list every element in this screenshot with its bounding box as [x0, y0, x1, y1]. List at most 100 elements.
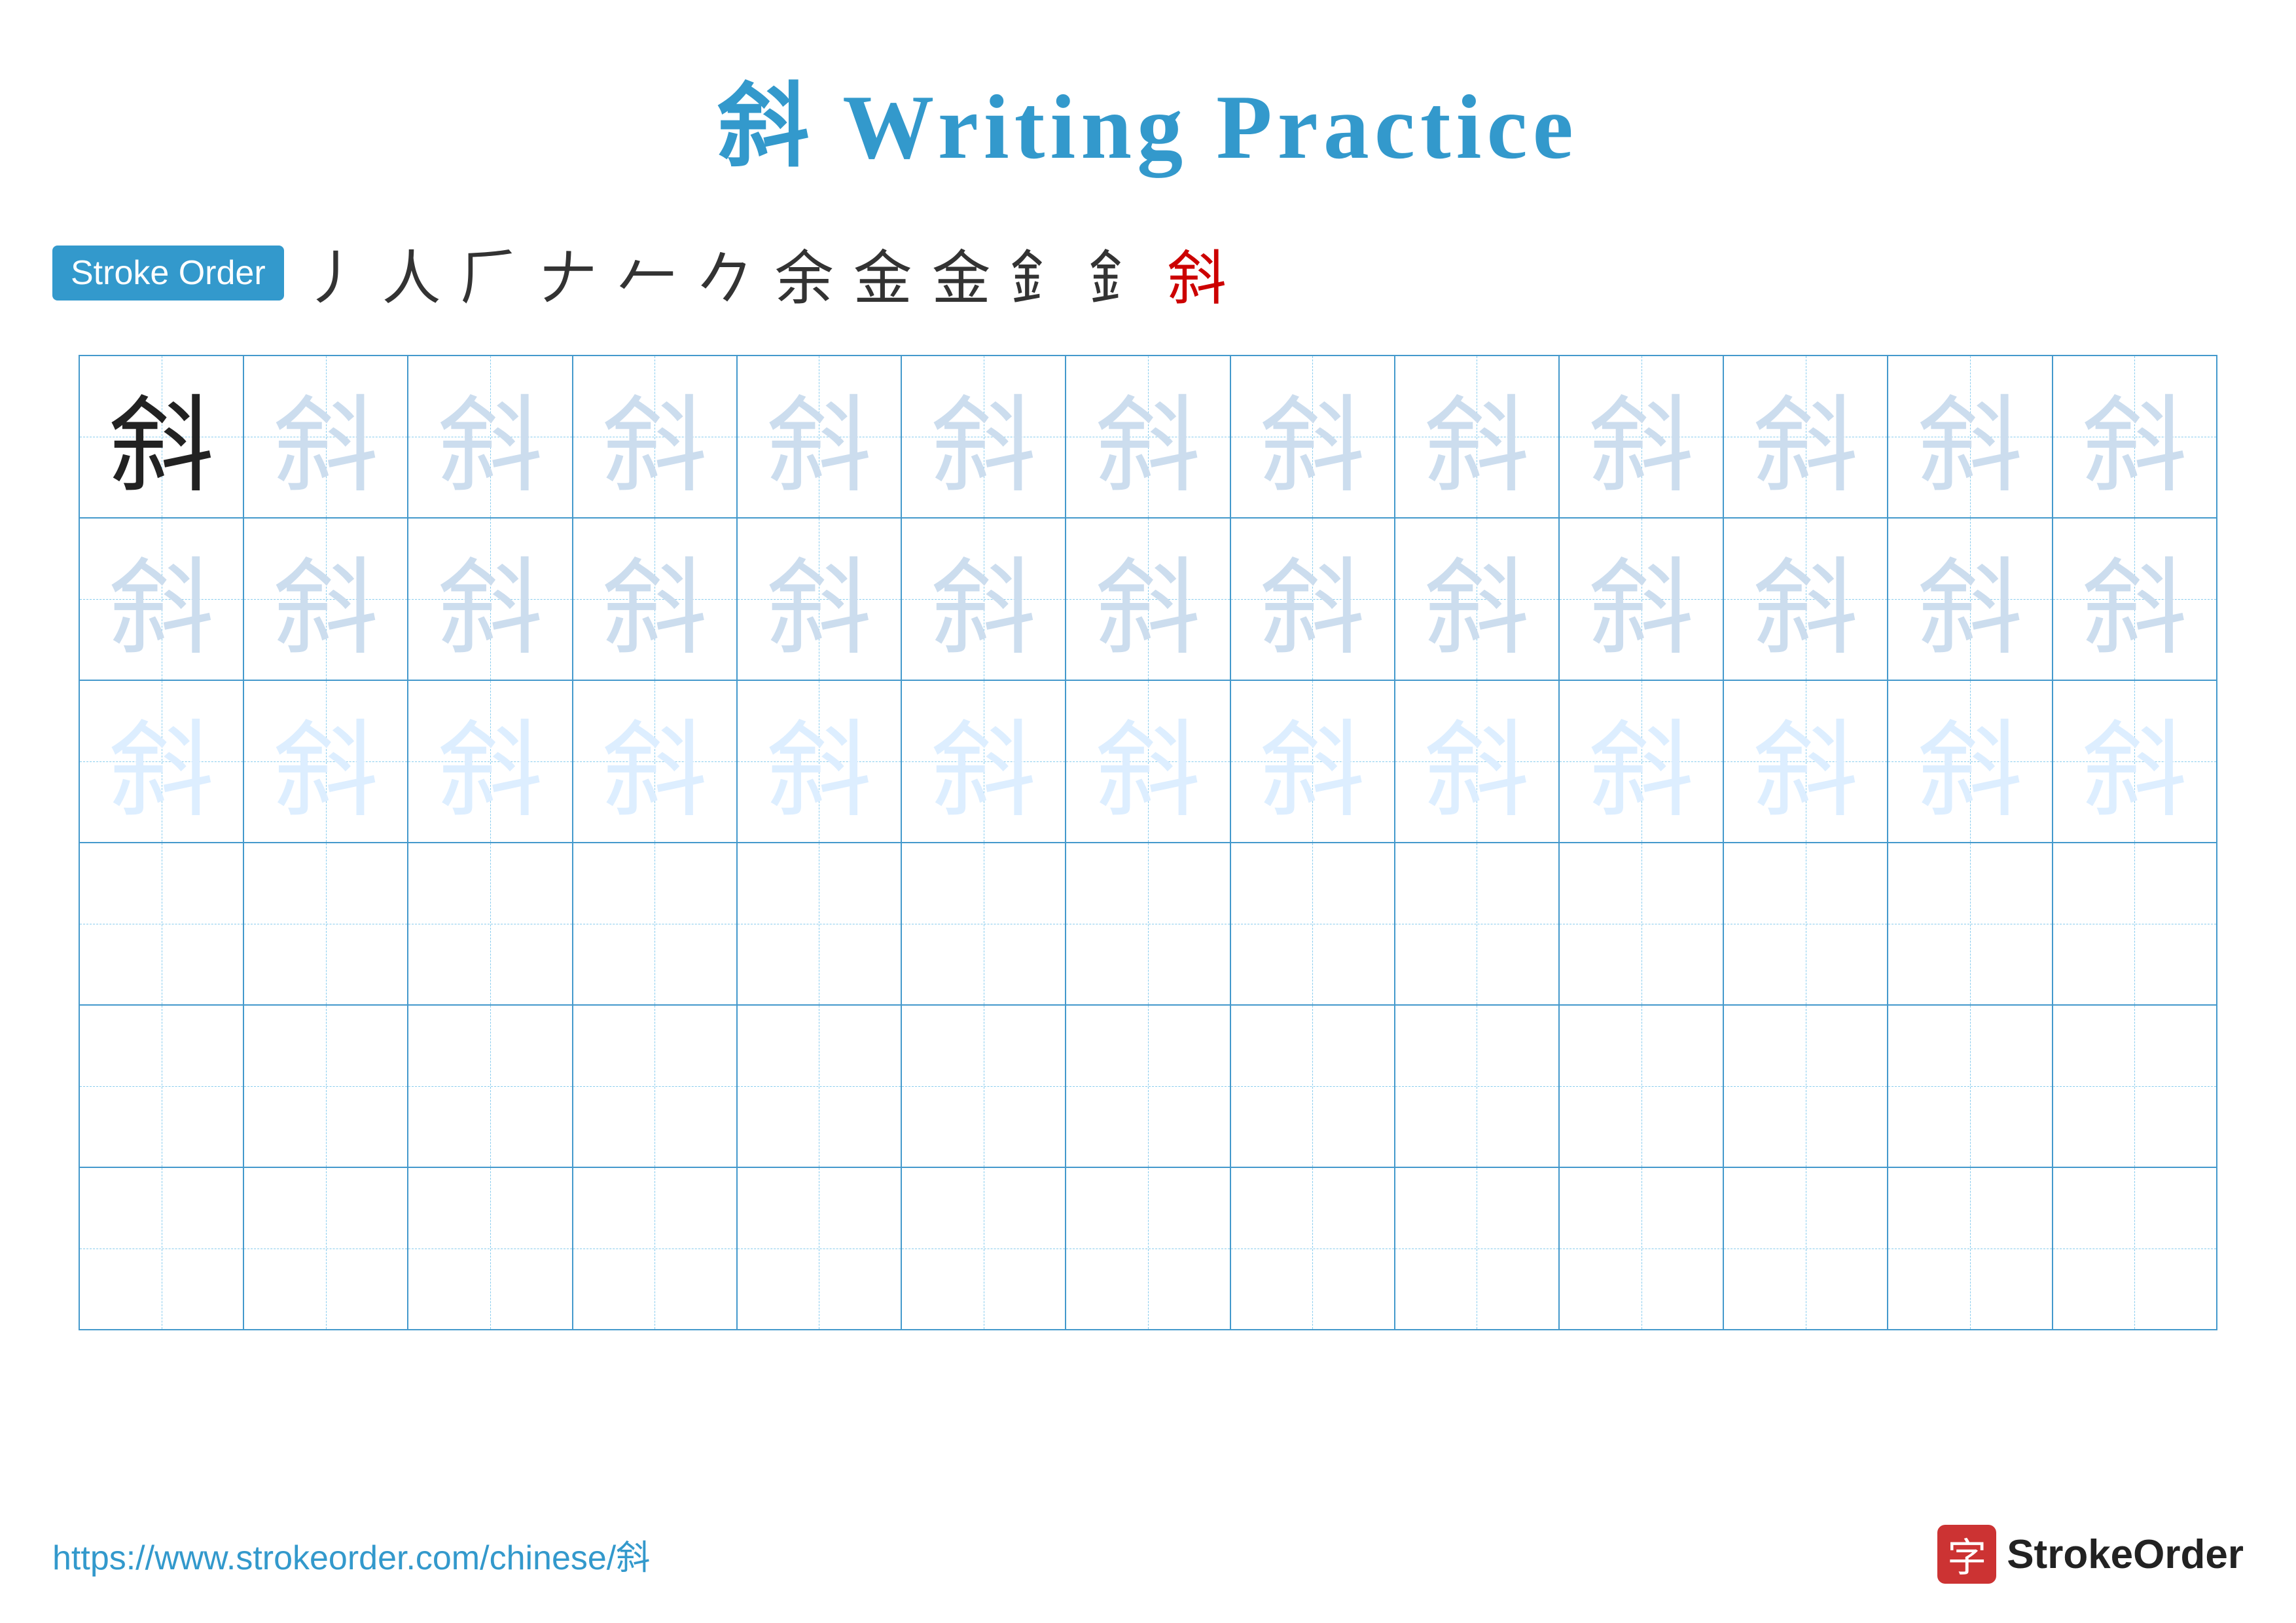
grid-cell: 斜 — [243, 680, 408, 843]
grid-row-5 — [79, 1005, 2217, 1167]
grid-cell — [1066, 1167, 1230, 1330]
grid-cell — [737, 843, 901, 1005]
grid-cell — [1559, 1005, 1723, 1167]
logo-text: StrokeOrder — [2007, 1531, 2244, 1578]
page-title: 斜 Writing Practice — [0, 52, 2296, 185]
grid-cell: 斜 — [243, 518, 408, 680]
grid-cell: 斜 — [1066, 356, 1230, 518]
grid-cell — [2053, 1005, 2217, 1167]
grid-row-2: 斜 斜 斜 斜 斜 斜 斜 斜 斜 斜 斜 斜 斜 — [79, 518, 2217, 680]
grid-cell: 斜 — [79, 356, 243, 518]
stroke-6: 𠂊 — [696, 230, 755, 316]
grid-cell: 斜 — [2053, 518, 2217, 680]
stroke-3: 𠂆 — [461, 230, 520, 316]
grid-cell: 斜 — [901, 518, 1066, 680]
stroke-12-final: 斜 — [1168, 230, 1227, 316]
grid-cell: 斜 — [1395, 356, 1559, 518]
grid-cell — [573, 843, 737, 1005]
grid-cell — [1230, 843, 1395, 1005]
grid-cell — [243, 843, 408, 1005]
logo-icon: 字 — [1937, 1525, 1996, 1584]
grid-cell: 斜 — [737, 518, 901, 680]
footer: https://www.strokeorder.com/chinese/斜 字 … — [0, 1525, 2296, 1584]
grid-cell: 斜 — [79, 518, 243, 680]
grid-cell: 斜 — [2053, 680, 2217, 843]
grid-cell — [79, 843, 243, 1005]
grid-cell: 斜 — [243, 356, 408, 518]
grid-cell: 斜 — [408, 680, 572, 843]
grid-cell: 斜 — [1230, 518, 1395, 680]
grid-cell: 斜 — [1559, 680, 1723, 843]
footer-url: https://www.strokeorder.com/chinese/斜 — [52, 1530, 650, 1579]
grid-cell: 斜 — [1230, 680, 1395, 843]
grid-cell — [901, 1005, 1066, 1167]
grid-cell: 斜 — [2053, 356, 2217, 518]
grid-cell: 斜 — [573, 518, 737, 680]
stroke-1: 丿 — [304, 230, 363, 316]
stroke-5: 𠂉 — [618, 230, 677, 316]
title-character: 斜 — [717, 77, 814, 178]
grid-cell: 斜 — [1723, 356, 1888, 518]
stroke-4: 𠂇 — [539, 230, 598, 316]
grid-row-3: 斜 斜 斜 斜 斜 斜 斜 斜 斜 斜 斜 斜 斜 — [79, 680, 2217, 843]
practice-grid-container: 斜 斜 斜 斜 斜 斜 斜 斜 斜 斜 斜 斜 斜 斜 斜 斜 斜 斜 斜 斜 … — [39, 355, 2257, 1330]
grid-cell: 斜 — [573, 680, 737, 843]
grid-cell — [1723, 1005, 1888, 1167]
grid-cell — [1723, 843, 1888, 1005]
grid-cell — [901, 843, 1066, 1005]
grid-cell: 斜 — [408, 356, 572, 518]
grid-cell — [737, 1167, 901, 1330]
grid-cell: 斜 — [1395, 680, 1559, 843]
grid-cell: 斜 — [1888, 518, 2052, 680]
grid-cell — [1230, 1005, 1395, 1167]
grid-cell — [408, 1005, 572, 1167]
title-label: Writing Practice — [842, 77, 1578, 178]
grid-cell: 斜 — [79, 680, 243, 843]
grid-cell — [243, 1005, 408, 1167]
grid-row-4 — [79, 843, 2217, 1005]
grid-cell: 斜 — [1888, 356, 2052, 518]
grid-cell: 斜 — [901, 356, 1066, 518]
grid-cell: 斜 — [737, 680, 901, 843]
grid-cell: 斜 — [1559, 356, 1723, 518]
grid-cell: 斜 — [1230, 356, 1395, 518]
grid-cell — [1888, 1167, 2052, 1330]
stroke-9: 金 — [932, 230, 991, 316]
grid-cell — [2053, 843, 2217, 1005]
grid-cell — [79, 1005, 243, 1167]
grid-cell: 斜 — [573, 356, 737, 518]
grid-cell: 斜 — [901, 680, 1066, 843]
footer-logo: 字 StrokeOrder — [1937, 1525, 2244, 1584]
grid-cell — [1395, 843, 1559, 1005]
grid-cell — [1888, 1005, 2052, 1167]
grid-cell — [1395, 1167, 1559, 1330]
grid-cell: 斜 — [1723, 680, 1888, 843]
grid-cell — [1230, 1167, 1395, 1330]
stroke-11: 釒 — [1089, 230, 1148, 316]
stroke-order-row: Stroke Order 丿 人 𠂆 𠂇 𠂉 𠂊 余 金 金 釒 釒 斜 — [0, 211, 2296, 335]
grid-cell: 斜 — [1066, 518, 1230, 680]
grid-row-6 — [79, 1167, 2217, 1330]
grid-cell: 斜 — [1723, 518, 1888, 680]
grid-cell: 斜 — [1888, 680, 2052, 843]
stroke-8: 金 — [853, 230, 912, 316]
grid-cell: 斜 — [1559, 518, 1723, 680]
grid-cell: 斜 — [1395, 518, 1559, 680]
grid-cell — [1559, 843, 1723, 1005]
grid-cell: 斜 — [1066, 680, 1230, 843]
grid-cell — [243, 1167, 408, 1330]
grid-cell — [1559, 1167, 1723, 1330]
stroke-order-badge: Stroke Order — [52, 246, 284, 301]
grid-cell — [573, 1005, 737, 1167]
grid-cell — [1723, 1167, 1888, 1330]
title-area: 斜 Writing Practice — [0, 0, 2296, 185]
stroke-2: 人 — [382, 230, 441, 316]
stroke-10: 釒 — [1011, 230, 1069, 316]
practice-grid: 斜 斜 斜 斜 斜 斜 斜 斜 斜 斜 斜 斜 斜 斜 斜 斜 斜 斜 斜 斜 … — [79, 355, 2217, 1330]
grid-cell — [79, 1167, 243, 1330]
logo-character: 字 — [1947, 1526, 1986, 1583]
grid-row-1: 斜 斜 斜 斜 斜 斜 斜 斜 斜 斜 斜 斜 斜 — [79, 356, 2217, 518]
grid-cell — [1888, 843, 2052, 1005]
grid-cell — [2053, 1167, 2217, 1330]
grid-cell — [737, 1005, 901, 1167]
